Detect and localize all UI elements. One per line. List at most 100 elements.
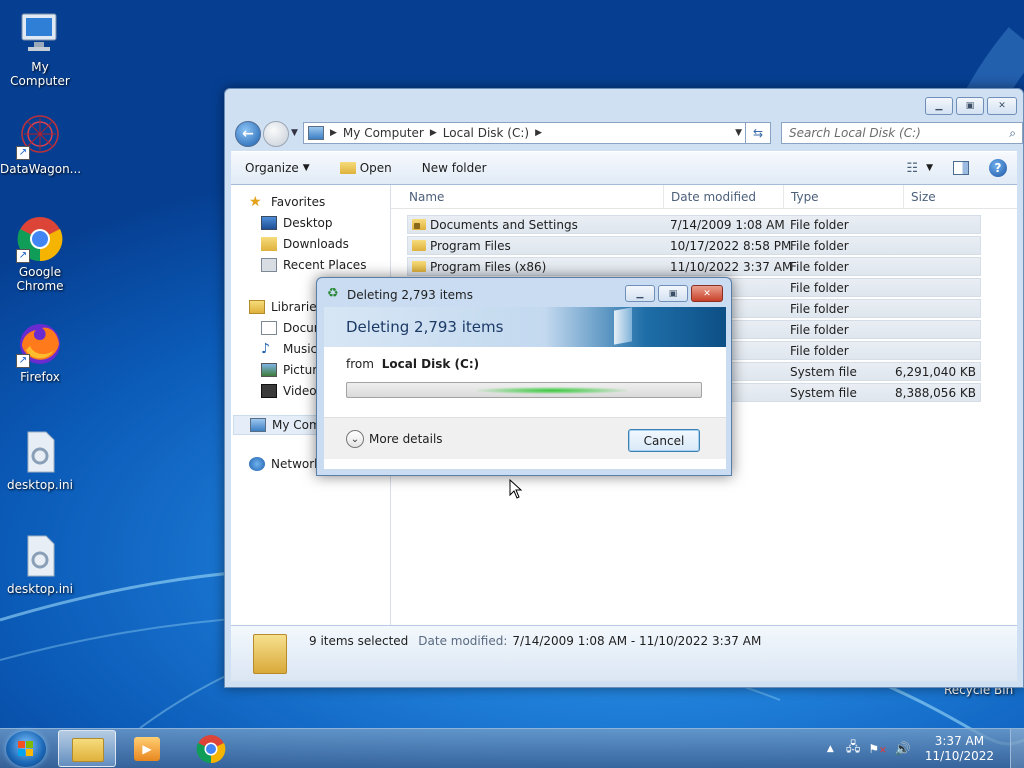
column-name[interactable]: Name [409, 190, 444, 204]
refresh-button[interactable]: ⇆ [745, 122, 771, 144]
recent-pages-dropdown[interactable]: ▼ [291, 128, 298, 138]
desktop-icon-my-computer[interactable]: My Computer [0, 10, 80, 88]
column-date-modified[interactable]: Date modified [671, 190, 756, 204]
back-button[interactable]: ← [235, 121, 261, 147]
network-icon [249, 457, 265, 471]
open-button[interactable]: Open [339, 161, 392, 175]
breadcrumb-separator-icon: ▶ [429, 128, 437, 138]
dialog-body: Deleting 2,793 items from Local Disk (C:… [324, 307, 726, 469]
start-button[interactable] [6, 731, 46, 767]
desktop-icon-firefox[interactable]: ↗ Firefox [0, 320, 80, 384]
help-button[interactable]: ? [989, 159, 1007, 177]
desktop-icon-desktop-ini-2[interactable]: desktop.ini [0, 532, 80, 596]
chevron-down-icon: ⌄ [346, 430, 364, 448]
table-row[interactable]: Program Files 10/17/2022 8:58 PM File fold… [407, 236, 981, 255]
file-size: 6,291,040 KB [895, 365, 976, 379]
folder-icon [72, 738, 104, 762]
search-placeholder: Search Local Disk (C:) [789, 126, 921, 140]
breadcrumb-local-disk[interactable]: Local Disk (C:) [443, 126, 529, 140]
recent-places-icon [261, 258, 277, 272]
nav-label: Favorites [271, 195, 326, 209]
column-size[interactable]: Size [911, 190, 936, 204]
address-dropdown-icon[interactable]: ▼ [735, 128, 742, 138]
nav-libraries[interactable]: Libraries [249, 300, 323, 314]
view-options-button[interactable]: ☷ ▼ [906, 161, 933, 176]
downloads-folder-icon [261, 237, 277, 251]
breadcrumb-separator-icon: ▶ [330, 128, 337, 138]
desktop-icon-datawagon[interactable]: ↗ DataWagon... [0, 112, 81, 176]
nav-downloads[interactable]: Downloads [261, 237, 349, 251]
nav-label: Desktop [283, 216, 333, 230]
desktop-icon-label: desktop.ini [7, 478, 73, 492]
folder-icon [412, 240, 426, 251]
nav-music[interactable]: ♪ Music [261, 342, 317, 356]
desktop-icon-chrome[interactable]: ↗ Google Chrome [0, 215, 80, 293]
dialog-minimize-button[interactable]: ▁ [625, 285, 655, 302]
column-type[interactable]: Type [791, 190, 819, 204]
taskbar-chrome-button[interactable] [182, 730, 240, 767]
organize-button[interactable]: Organize ▼ [245, 161, 310, 175]
selected-count: 9 items selected [309, 634, 409, 648]
chrome-icon: ↗ [16, 215, 64, 263]
breadcrumb-separator-icon: ▶ [535, 128, 542, 138]
clock[interactable]: 3:37 AM 11/10/2022 [925, 734, 994, 764]
datawagon-icon: ↗ [16, 112, 64, 160]
more-details-button[interactable]: ⌄ More details [346, 430, 443, 448]
chrome-icon [196, 735, 226, 764]
sort-arrow-icon: ^ [528, 185, 535, 190]
nav-recent-places[interactable]: Recent Places [261, 258, 366, 272]
show-hidden-icons-button[interactable]: ▲ [827, 744, 834, 754]
nav-desktop[interactable]: Desktop [261, 216, 333, 230]
star-icon: ★ [249, 194, 262, 210]
desktop-icon-desktop-ini-1[interactable]: desktop.ini [0, 428, 80, 492]
address-bar[interactable]: ▶ My Computer ▶ Local Disk (C:) ▶ ▼ [303, 122, 749, 144]
table-row[interactable]: Program Files (x86) 11/10/2022 3:37 AM Fil… [407, 257, 981, 276]
cancel-button[interactable]: Cancel [628, 429, 700, 452]
folder-icon [412, 261, 426, 272]
new-folder-button[interactable]: New folder [422, 161, 487, 175]
delete-progress-bar [346, 382, 702, 398]
music-icon: ♪ [261, 341, 270, 357]
dialog-heading: Deleting 2,793 items [346, 318, 504, 336]
search-input[interactable]: Search Local Disk (C:) ⌕ [781, 122, 1023, 144]
forward-button[interactable] [263, 121, 289, 147]
windows-logo-icon [18, 741, 33, 756]
preview-pane-button[interactable] [953, 161, 969, 175]
nav-videos[interactable]: Videos [261, 384, 323, 398]
action-center-flag-icon[interactable]: ⚑✕ [868, 742, 886, 756]
progress-glow [477, 387, 627, 394]
folder-open-icon [339, 162, 356, 174]
dialog-maximize-button[interactable]: ▣ [658, 285, 688, 302]
table-row[interactable]: Documents and Settings 7/14/2009 1:08 AM F… [407, 215, 981, 234]
nav-favorites[interactable]: ★ Favorites [249, 195, 325, 209]
minimize-button[interactable]: ▁ [925, 97, 953, 115]
config-file-icon [16, 428, 64, 476]
file-name: Documents and Settings [430, 218, 578, 232]
search-icon: ⌕ [1009, 125, 1016, 140]
config-file-icon [16, 532, 64, 580]
recycle-bin-graphic-icon [614, 307, 632, 345]
clock-date: 11/10/2022 [924, 749, 994, 763]
command-toolbar: Organize ▼ Open New folder ☷ ▼ ? [231, 151, 1017, 185]
dialog-close-button[interactable]: ✕ [691, 285, 723, 302]
volume-icon[interactable]: 🔊 [895, 742, 911, 757]
taskbar-explorer-button[interactable] [58, 730, 116, 767]
network-tray-icon[interactable]: 🖧 [846, 738, 861, 760]
details-pane: 9 items selected Date modified: 7/14/200… [231, 625, 1017, 681]
maximize-button[interactable]: ▣ [956, 97, 984, 115]
file-type: File folder [790, 260, 849, 274]
file-size: 8,388,056 KB [895, 386, 976, 400]
taskbar-media-player-button[interactable]: ▶ [118, 730, 176, 767]
window-caption-buttons: ▁ ▣ ✕ [925, 97, 1017, 115]
breadcrumb-my-computer[interactable]: My Computer [343, 126, 424, 140]
file-type: System file [790, 386, 857, 400]
media-player-icon: ▶ [134, 737, 160, 761]
close-button[interactable]: ✕ [987, 97, 1017, 115]
dialog-caption-buttons: ▁ ▣ ✕ [625, 285, 723, 302]
show-desktop-button[interactable] [1010, 729, 1024, 768]
nav-label: Recent Places [283, 258, 367, 272]
delete-progress-dialog: ♻ Deleting 2,793 items ▁ ▣ ✕ Deleting 2,… [316, 277, 732, 476]
nav-network[interactable]: Network [249, 457, 321, 471]
date-modified-label: Date modified: [418, 634, 508, 648]
file-date-modified: 11/10/2022 3:37 AM [670, 260, 793, 274]
